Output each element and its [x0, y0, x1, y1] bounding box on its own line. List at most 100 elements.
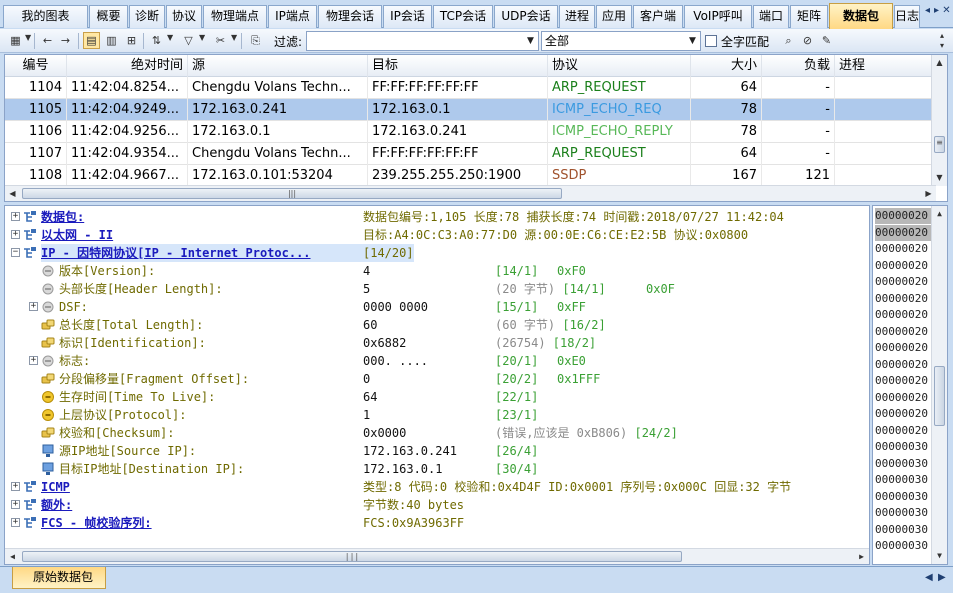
hex-offset[interactable]: 00000030: [875, 489, 931, 505]
tree-field-header-length[interactable]: 头部长度[Header Length]: 5 (20 字节) [14/1] 0x0F: [5, 280, 869, 298]
expand-icon[interactable]: +: [29, 356, 38, 365]
scroll-thumb[interactable]: ≡: [934, 136, 945, 153]
hex-view-icon[interactable]: ⊞: [123, 32, 140, 49]
tab-packets[interactable]: 数据包: [829, 3, 893, 29]
decode-tree-hscroll[interactable]: ◀ ||| ▶: [5, 548, 869, 564]
hex-pane-vscroll[interactable]: ▲ ▼: [931, 206, 947, 564]
scroll-left-icon[interactable]: ◀: [5, 549, 20, 564]
tree-field-checksum[interactable]: 校验和[Checksum]: 0x0000 (错误,应该是 0xB806) [24/…: [5, 424, 869, 442]
tab-physical-sessions[interactable]: 物理会话: [318, 5, 382, 28]
packet-list-hscroll[interactable]: ◀ ||| ▶: [5, 185, 936, 201]
hex-offset[interactable]: 00000020: [875, 241, 931, 257]
tab-tcp-sessions[interactable]: TCP会话: [433, 5, 493, 28]
tree-field-source-ip[interactable]: 源IP地址[Source IP]: 172.163.0.241 [26/4]: [5, 442, 869, 460]
scroll-down-icon[interactable]: ▼: [932, 170, 947, 185]
scroll-right-icon[interactable]: ▶: [854, 549, 869, 564]
chevron-down-icon[interactable]: ▼: [167, 33, 173, 42]
scroll-up-icon[interactable]: ▲: [932, 206, 947, 221]
expand-icon[interactable]: +: [29, 302, 38, 311]
tree-field-version[interactable]: 版本[Version]: 4 [14/1] 0xF0: [5, 262, 869, 280]
view-options-icon[interactable]: ▦: [7, 32, 24, 49]
chevron-down-icon[interactable]: ▼: [25, 33, 31, 42]
column-header-size[interactable]: 大小: [691, 55, 762, 77]
tree-field-destination-ip[interactable]: 目标IP地址[Destination IP]: 172.163.0.1 [30/4]: [5, 460, 869, 478]
list-view-icon[interactable]: ▥: [103, 32, 120, 49]
hex-offset[interactable]: 00000020: [875, 340, 931, 356]
hex-offset[interactable]: 00000020: [875, 373, 931, 389]
search-icon[interactable]: ⌕: [780, 32, 797, 49]
expand-icon[interactable]: +: [11, 482, 20, 491]
hex-offset[interactable]: 00000020: [875, 291, 931, 307]
scroll-right-icon[interactable]: ▶: [938, 572, 946, 583]
tab-application[interactable]: 应用: [596, 5, 632, 28]
table-row[interactable]: 1104 11:42:04.8254... Chengdu Volans Techn…: [5, 77, 936, 99]
close-icon[interactable]: ✕: [941, 6, 952, 17]
table-row[interactable]: 1105 11:42:04.9249... 172.163.0.241 172.163…: [5, 99, 936, 121]
tab-summary[interactable]: 概要: [89, 5, 128, 28]
auto-scroll-icon[interactable]: ⇅: [148, 32, 165, 49]
column-header-time[interactable]: 绝对时间: [67, 55, 188, 77]
tree-field-fragment-offset[interactable]: 分段偏移量[Fragment Offset]: 0 [20/2] 0x1FFF: [5, 370, 869, 388]
tab-matrix[interactable]: 矩阵: [790, 5, 828, 28]
tree-node-ethernet[interactable]: + 以太网 - II 目标:A4:0C:C3:A0:77:D0 源:00:0E:C6…: [5, 226, 869, 244]
tab-physical-endpoints[interactable]: 物理端点: [203, 5, 267, 28]
column-header-payload[interactable]: 负载: [762, 55, 835, 77]
tab-port[interactable]: 端口: [753, 5, 789, 28]
hex-offset[interactable]: 00000020: [875, 224, 931, 241]
chevron-down-icon[interactable]: ▼: [523, 32, 538, 50]
table-row[interactable]: 1108 11:42:04.9667... 172.163.0.101:53204 2…: [5, 165, 936, 187]
tree-field-flags[interactable]: + 标志: 000. .... [20/1] 0xE0: [5, 352, 869, 370]
hex-offset[interactable]: 00000020: [875, 390, 931, 406]
tree-field-identification[interactable]: 标识[Identification]: 0x6882 (26754) [18/2]: [5, 334, 869, 352]
column-header-no[interactable]: 编号: [5, 55, 67, 77]
packet-list-vscroll[interactable]: ▲ ≡ ▼: [931, 55, 947, 186]
expand-icon[interactable]: +: [11, 500, 20, 509]
match-whole-word-checkbox[interactable]: [705, 35, 717, 47]
tree-node-packet[interactable]: + 数据包: 数据包编号:1,105 长度:78 捕获长度:74 时间戳:2018/…: [5, 208, 869, 226]
hex-offset[interactable]: 00000030: [875, 538, 931, 554]
hex-offset[interactable]: 00000020: [875, 406, 931, 422]
tree-field-protocol[interactable]: 上层协议[Protocol]: 1 [23/1]: [5, 406, 869, 424]
tree-node-extra[interactable]: + 额外: 字节数:40 bytes: [5, 496, 869, 514]
expand-icon[interactable]: +: [11, 230, 20, 239]
scroll-left-icon[interactable]: ◀: [5, 186, 20, 201]
tab-raw-packet[interactable]: 原始数据包: [12, 567, 106, 589]
next-packet-icon[interactable]: →: [57, 32, 74, 49]
filter-scope-select[interactable]: 全部 ▼: [541, 31, 701, 51]
column-header-process[interactable]: 进程: [835, 55, 936, 77]
filter-input[interactable]: ▼: [306, 31, 539, 51]
tree-field-dsf[interactable]: + DSF: 0000 0000 [15/1] 0xFF: [5, 298, 869, 316]
prev-packet-icon[interactable]: ←: [39, 32, 56, 49]
scroll-thumb[interactable]: |||: [22, 188, 562, 199]
tab-voip-calls[interactable]: VoIP呼叫: [684, 5, 752, 28]
tab-client[interactable]: 客户端: [633, 5, 683, 28]
edit-filter-icon[interactable]: ✎: [818, 32, 835, 49]
column-header-protocol[interactable]: 协议: [548, 55, 691, 77]
tab-log[interactable]: 日志: [894, 5, 920, 28]
chevron-down-icon[interactable]: ▼: [231, 33, 237, 42]
tab-my-charts[interactable]: 我的图表: [3, 5, 88, 28]
hex-offset[interactable]: 00000030: [875, 472, 931, 488]
tree-field-total-length[interactable]: 总长度[Total Length]: 60 (60 字节) [16/2]: [5, 316, 869, 334]
column-header-destination[interactable]: 目标: [368, 55, 548, 77]
tree-node-ip[interactable]: − IP - 因特网协议[IP - Internet Protoc... [14/2…: [5, 244, 869, 262]
table-row[interactable]: 1107 11:42:04.9354... Chengdu Volans Techn…: [5, 143, 936, 165]
chevron-down-icon[interactable]: ▾: [940, 41, 944, 50]
hex-offset[interactable]: 00000020: [875, 423, 931, 439]
tree-node-fcs[interactable]: + FCS - 帧校验序列: FCS:0x9A3963FF: [5, 514, 869, 532]
scroll-thumb[interactable]: |||: [22, 551, 682, 562]
hex-offset[interactable]: 00000020: [875, 307, 931, 323]
decode-view-icon[interactable]: ▤: [83, 32, 100, 49]
hex-offset[interactable]: 00000030: [875, 456, 931, 472]
table-row[interactable]: 1106 11:42:04.9256... 172.163.0.1 172.163.0…: [5, 121, 936, 143]
tree-node-icmp[interactable]: + ICMP 类型:8 代码:0 校验和:0x4D4F ID:0x0001 序列号:…: [5, 478, 869, 496]
collapse-icon[interactable]: −: [11, 248, 20, 257]
chevron-down-icon[interactable]: ▼: [685, 32, 700, 50]
hex-offset[interactable]: 00000030: [875, 522, 931, 538]
hex-offset[interactable]: 00000020: [875, 357, 931, 373]
tab-ip-sessions[interactable]: IP会话: [383, 5, 432, 28]
hex-offset[interactable]: 00000020: [875, 274, 931, 290]
hex-offset[interactable]: 00000030: [875, 439, 931, 455]
hex-offset[interactable]: 00000020: [875, 324, 931, 340]
filter-icon[interactable]: ▽: [180, 32, 197, 49]
